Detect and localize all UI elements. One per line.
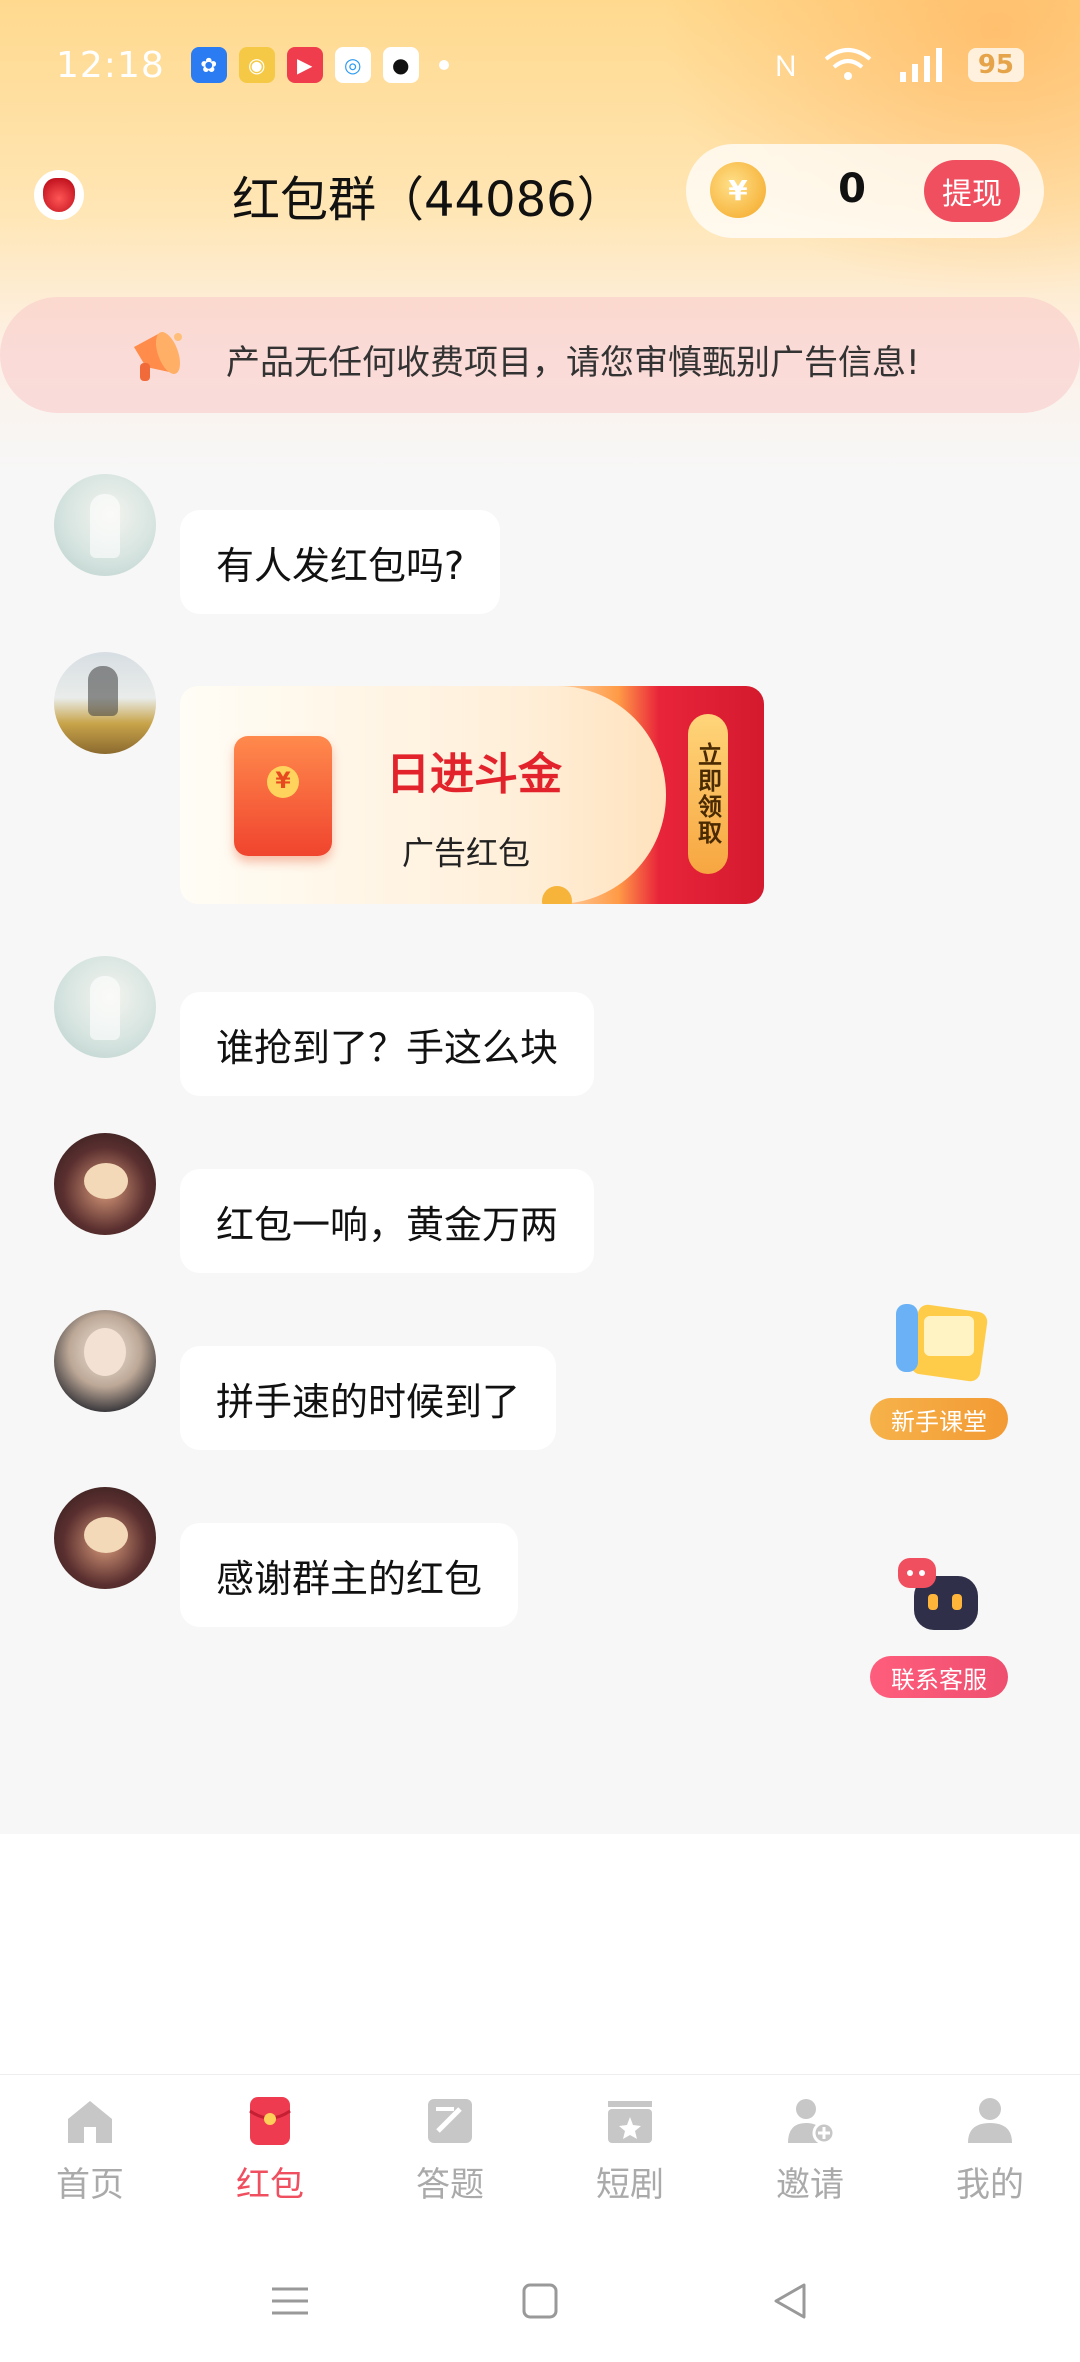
status-bar: 12:18 ✿ ◉ ▶ ◎ ● Ｎ 95 [0,0,1080,130]
weibo-icon: ◉ [238,47,275,83]
bottom-tab-bar: 首页 红包 答题 短剧 邀请 我的 [0,2074,1080,2222]
avatar[interactable] [54,1133,156,1235]
status-time: 12:18 [56,44,165,86]
tab-quiz[interactable]: 答题 [360,2075,540,2222]
tab-drama[interactable]: 短剧 [540,2075,720,2222]
battery-indicator: 95 [967,48,1024,82]
tab-label: 邀请 [776,2165,844,2205]
notice-text: 产品无任何收费项目，请您审慎甄别广告信息! [226,343,920,383]
back-icon[interactable] [770,2281,810,2321]
tab-red-packet[interactable]: 红包 [180,2075,360,2222]
more-notifications-dot [438,60,449,70]
browser-icon: ◎ [334,47,371,83]
tab-label: 红包 [236,2165,304,2205]
signal-icon [899,48,942,82]
tab-label: 短剧 [596,2165,664,2205]
group-header: 红包群（44086） ¥ 0 提现 [0,140,1080,250]
tab-home[interactable]: 首页 [0,2075,180,2222]
customer-service-button[interactable]: 联系客服 [864,1548,1014,1698]
avatar[interactable] [54,1310,156,1412]
video-app-icon: ▶ [286,47,323,83]
drama-icon [608,2101,652,2143]
red-packet-subtitle: 广告红包 [402,834,531,872]
tab-label: 答题 [416,2165,484,2205]
message-bubble: 拼手速的时候到了 [180,1346,557,1450]
system-navigation-bar [0,2240,1080,2362]
course-label: 新手课堂 [870,1398,1008,1440]
service-label: 联系客服 [870,1656,1008,1698]
system-icons: Ｎ 95 [772,45,1024,85]
wifi-icon [824,48,872,80]
coin-value: 0 [838,166,866,212]
red-packet-title: 日进斗金 [386,749,562,800]
red-packet-card[interactable]: 日进斗金 广告红包 立即领取 [180,686,764,904]
menu-icon[interactable] [270,2281,310,2321]
message-bubble: 有人发红包吗? [180,510,501,614]
beginner-course-button[interactable]: 新手课堂 [864,1290,1014,1440]
red-envelope-icon [234,736,332,856]
withdraw-button[interactable]: 提现 [924,160,1020,222]
lucky-bag-icon[interactable] [34,170,84,220]
avatar[interactable] [54,652,156,754]
tab-profile[interactable]: 我的 [900,2075,1080,2222]
tab-label: 首页 [56,2165,124,2205]
avatar[interactable] [54,1487,156,1589]
notification-icons: ✿ ◉ ▶ ◎ ● [190,47,449,83]
profile-icon [968,2098,1012,2143]
qq-icon: ● [382,47,419,83]
robot-icon [898,1558,978,1630]
coin-icon: ¥ [710,162,766,218]
megaphone-icon [134,332,182,381]
home-button-icon[interactable] [520,2281,560,2321]
coin-balance: ¥ 0 提现 [686,144,1044,238]
red-packet-icon [249,2097,291,2145]
coin-decoration-icon [542,886,572,904]
invite-icon [788,2099,836,2145]
message-bubble: 感谢群主的红包 [180,1523,519,1627]
tab-label: 我的 [956,2165,1024,2205]
notice-banner: 产品无任何收费项目，请您审慎甄别广告信息! [0,297,1080,413]
nfc-icon: Ｎ [771,50,800,83]
app-notification-icon: ✿ [190,47,227,83]
quiz-icon [428,2099,472,2143]
page-title: 红包群（44086） [232,172,625,228]
avatar[interactable] [54,474,156,576]
message-bubble: 红包一响，黄金万两 [180,1169,595,1273]
tab-invite[interactable]: 邀请 [720,2075,900,2222]
home-icon [68,2101,112,2143]
message-bubble: 谁抢到了？手这么块 [180,992,595,1096]
avatar[interactable] [54,956,156,1058]
course-book-icon [896,1304,988,1382]
claim-button[interactable]: 立即领取 [688,714,728,874]
